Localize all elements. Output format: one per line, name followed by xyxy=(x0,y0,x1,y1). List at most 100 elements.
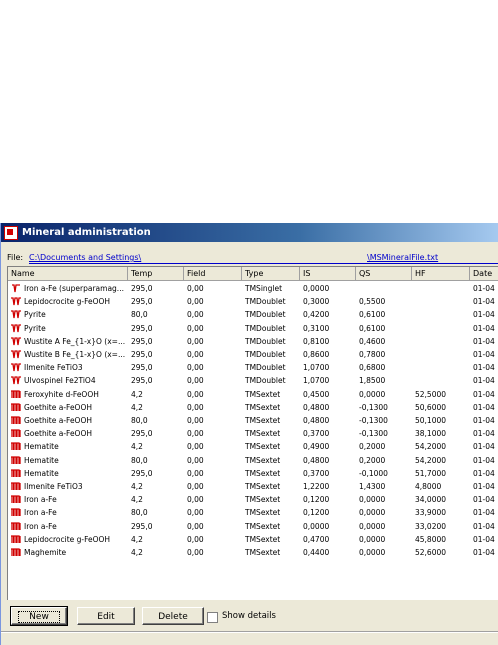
cell-type: TMSextet xyxy=(245,402,281,412)
cell-date: 01-04 xyxy=(473,402,495,412)
cell-qs: -0,1300 xyxy=(359,416,388,425)
table-row[interactable]: Wustite A Fe_{1-x}O (x=... 295,0 0,00 TMDou… xyxy=(8,335,498,348)
cell-hf: 54,2000 xyxy=(415,455,447,465)
table-row[interactable]: Lepidocrocite g-FeOOH 4,2 0,00 TMSextet 0,47… xyxy=(8,533,498,546)
doublet-icon xyxy=(11,297,21,306)
cell-temp: 295,0 xyxy=(131,323,153,333)
column-header-temp[interactable]: Temp xyxy=(128,267,184,280)
table-row[interactable]: Iron a-Fe 295,0 0,00 TMSextet 0,0000 0,0000 33… xyxy=(8,520,498,533)
table-row[interactable]: Goethite a-FeOOH 80,0 0,00 TMSextet 0,4800 -0… xyxy=(8,414,498,427)
sextet-icon xyxy=(11,416,21,424)
file-path-bar: File: C:\Documents and Settings\ \MSMine… xyxy=(7,250,498,264)
cell-hf: 33,9000 xyxy=(415,508,447,518)
cell-type: TMDoublet xyxy=(245,297,286,307)
cell-type: TMSextet xyxy=(245,389,281,399)
cell-is: 0,1200 xyxy=(303,508,330,518)
new-button[interactable]: New xyxy=(10,606,68,626)
sextet-icon xyxy=(11,442,21,451)
cell-name: Pyrite xyxy=(24,310,46,320)
cell-is: 0,4400 xyxy=(303,548,330,557)
table-row[interactable]: Pyrite 295,0 0,00 TMDoublet 0,3100 0,6100 01-0… xyxy=(8,322,498,335)
table-row[interactable]: Ulvospinel Fe2TiO4 295,0 0,00 TMDoublet 1,07… xyxy=(8,374,498,387)
cell-field: 0,00 xyxy=(187,442,204,452)
cell-type: TMSextet xyxy=(245,455,281,465)
cell-is: 1,0700 xyxy=(303,376,330,386)
cell-qs: 0,0000 xyxy=(359,521,386,531)
table-row[interactable]: Iron a-Fe (superparamag... 295,0 0,00 TMSin… xyxy=(8,282,498,295)
cell-type: TMSextet xyxy=(245,495,281,505)
doublet-icon xyxy=(11,310,21,319)
sextet-icon xyxy=(11,521,21,530)
table-row[interactable]: Hematite 295,0 0,00 TMSextet 0,3700 -0,1000 51… xyxy=(8,467,498,480)
table-row[interactable]: Iron a-Fe 4,2 0,00 TMSextet 0,1200 0,0000 34,0… xyxy=(8,493,498,506)
cell-date: 01-04 xyxy=(473,323,495,333)
cell-name: Feroxyhite d-FeOOH xyxy=(24,389,99,399)
cell-date: 01-04 xyxy=(473,310,495,320)
table-row[interactable]: Hematite 80,0 0,00 TMSextet 0,4800 0,2000 54,2… xyxy=(8,454,498,467)
table-row[interactable]: Wustite B Fe_{1-x}O (x=... 295,0 0,00 TMDou… xyxy=(8,348,498,361)
cell-qs: 0,0000 xyxy=(359,534,386,544)
cell-temp: 295,0 xyxy=(131,297,153,307)
cell-qs: 0,0000 xyxy=(359,548,386,557)
column-header-hf[interactable]: HF xyxy=(412,267,470,280)
cell-qs xyxy=(359,282,411,295)
cell-field: 0,00 xyxy=(187,402,204,412)
new-button-label: New xyxy=(18,611,60,623)
table-row[interactable]: Ilmenite FeTiO3 4,2 0,00 TMSextet 1,2200 1,43… xyxy=(8,480,498,493)
cell-qs: 0,0000 xyxy=(359,508,386,518)
cell-type: TMSinglet xyxy=(245,284,283,293)
cell-date: 01-04 xyxy=(473,455,495,465)
edit-button[interactable]: Edit xyxy=(77,607,135,625)
cell-hf: 54,2000 xyxy=(415,442,447,452)
cell-hf xyxy=(415,308,469,321)
show-details-checkbox[interactable] xyxy=(207,612,218,623)
cell-is: 0,3100 xyxy=(303,323,330,333)
table-row[interactable]: Pyrite 80,0 0,00 TMDoublet 0,4200 0,6100 01-04 xyxy=(8,308,498,321)
cell-type: TMSextet xyxy=(245,534,281,544)
cell-type: TMSextet xyxy=(245,521,281,531)
cell-date: 01-04 xyxy=(473,508,495,518)
table-row[interactable]: Lepidocrocite g-FeOOH 295,0 0,00 TMDoublet 0… xyxy=(8,295,498,308)
cell-hf: 33,0200 xyxy=(415,521,447,531)
cell-is: 0,4200 xyxy=(303,310,330,320)
cell-field: 0,00 xyxy=(187,468,204,478)
cell-type: TMSextet xyxy=(245,468,281,478)
cell-type: TMSextet xyxy=(245,429,281,439)
cell-type: TMDoublet xyxy=(245,323,286,333)
column-header-name[interactable]: Name xyxy=(8,267,128,280)
bottom-separator xyxy=(1,631,498,633)
cell-temp: 295,0 xyxy=(131,521,153,531)
cell-field: 0,00 xyxy=(187,323,204,333)
cell-name: Lepidocrocite g-FeOOH xyxy=(24,297,111,307)
cell-date: 01-04 xyxy=(473,521,495,531)
cell-date: 01-04 xyxy=(473,429,495,439)
cell-hf xyxy=(415,335,469,348)
table-row[interactable]: Maghemite 4,2 0,00 TMSextet 0,4400 0,0000 52,6… xyxy=(8,546,498,559)
delete-button[interactable]: Delete xyxy=(142,607,204,625)
file-path-suffix-link[interactable]: \MSMineralFile.txt xyxy=(367,253,438,262)
column-header-is[interactable]: IS xyxy=(300,267,356,280)
file-path-prefix-link[interactable]: C:\Documents and Settings\ xyxy=(29,253,141,262)
table-row[interactable]: Goethite a-FeOOH 295,0 0,00 TMSextet 0,3700 -… xyxy=(8,427,498,440)
column-header-qs[interactable]: QS xyxy=(356,267,412,280)
cell-name: Pyrite xyxy=(24,323,46,333)
column-header-field[interactable]: Field xyxy=(184,267,242,280)
table-row[interactable]: Goethite a-FeOOH 4,2 0,00 TMSextet 0,4800 -0,… xyxy=(8,401,498,414)
title-bar[interactable]: Mineral administration xyxy=(1,223,498,242)
cell-date: 01-04 xyxy=(473,297,495,307)
mineral-list[interactable]: Name Temp Field Type IS QS HF Date Iron a-Fe (s… xyxy=(7,266,498,600)
table-row[interactable]: Iron a-Fe 80,0 0,00 TMSextet 0,1200 0,0000 33,… xyxy=(8,506,498,519)
table-row[interactable]: Ilmenite FeTiO3 295,0 0,00 TMDoublet 1,0700 0… xyxy=(8,361,498,374)
cell-type: TMSextet xyxy=(245,508,281,518)
column-header-type[interactable]: Type xyxy=(242,267,300,280)
cell-is: 0,0000 xyxy=(303,521,330,531)
cell-name: Hematite xyxy=(24,468,59,478)
column-header-date[interactable]: Date xyxy=(470,267,498,280)
singlet-icon xyxy=(12,284,20,293)
cell-temp: 80,0 xyxy=(131,455,148,465)
cell-qs: 0,0000 xyxy=(359,389,386,399)
table-row[interactable]: Hematite 4,2 0,00 TMSextet 0,4900 0,2000 54,20… xyxy=(8,440,498,453)
table-row[interactable]: Feroxyhite d-FeOOH 4,2 0,00 TMSextet 0,4500 0… xyxy=(8,388,498,401)
cell-type: TMDoublet xyxy=(245,363,286,373)
cell-name: Goethite a-FeOOH xyxy=(24,416,92,425)
